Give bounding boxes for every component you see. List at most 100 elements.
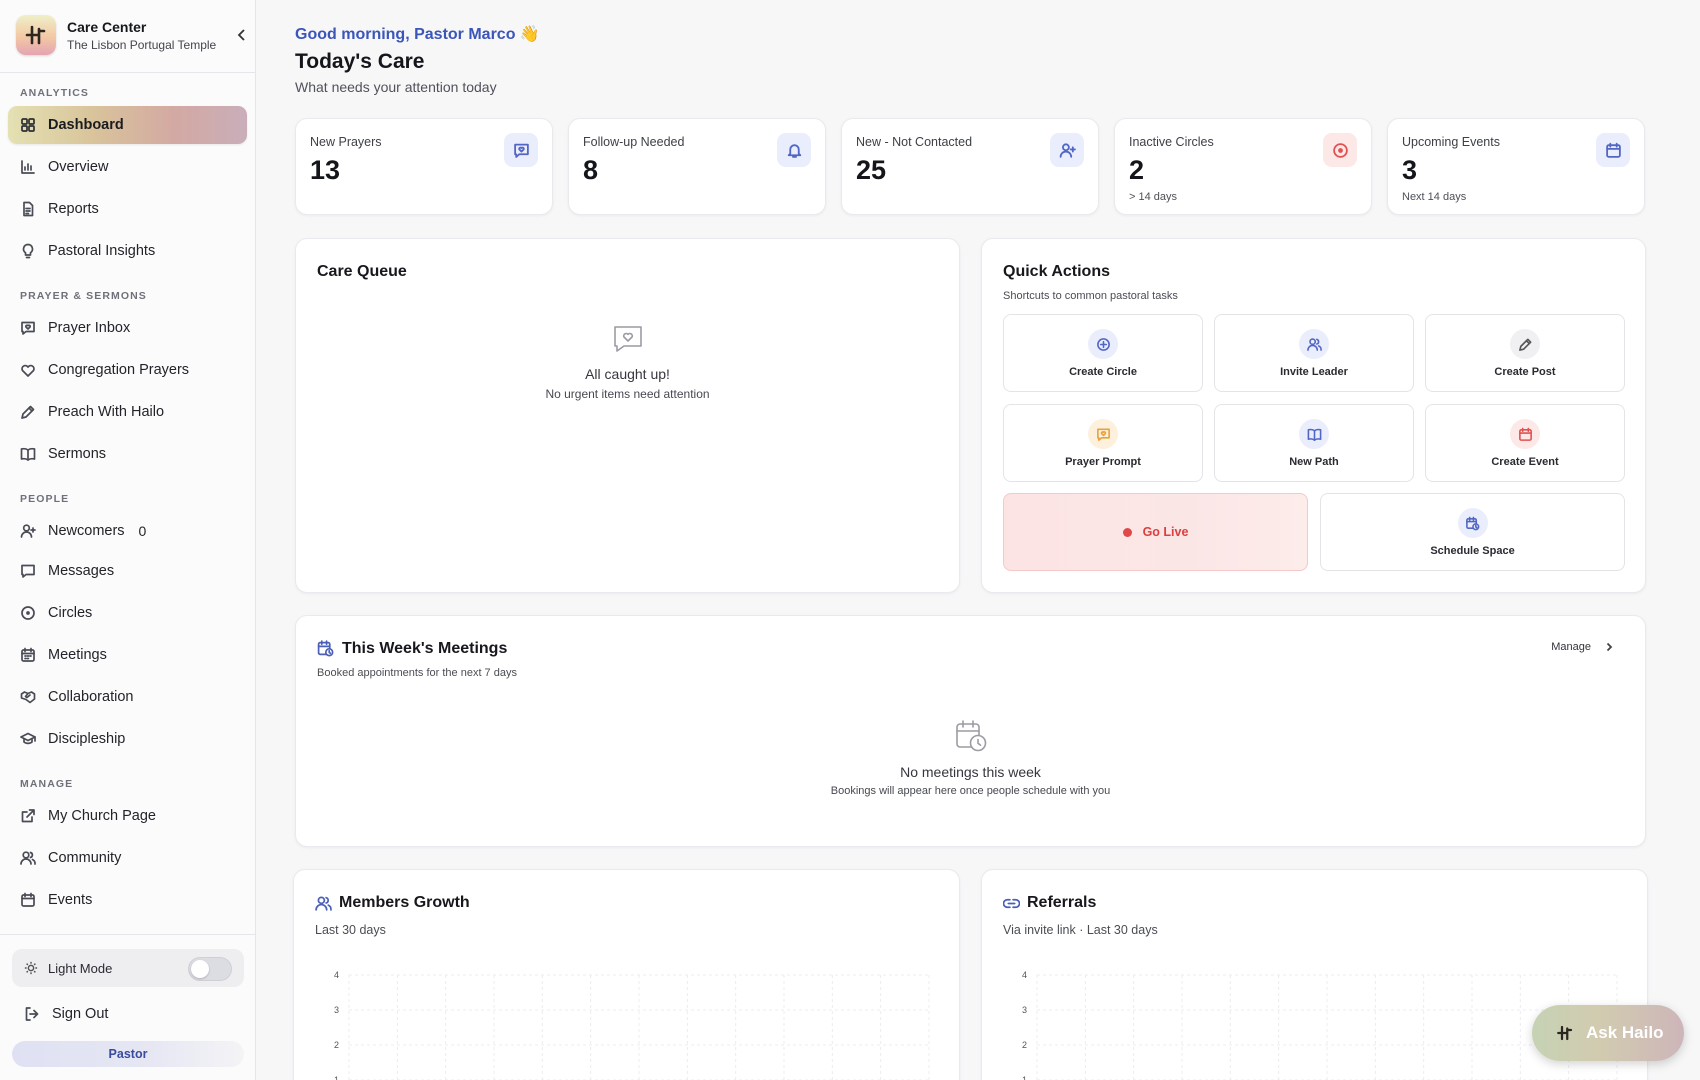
y-tick-label: 3 [334,1005,339,1015]
sidebar-item-newcomers[interactable]: Newcomers 0 [8,512,247,550]
message-heart-icon [1088,419,1118,449]
referrals-title: Referrals [1027,894,1097,911]
user-plus-icon [20,524,36,538]
quick-actions-title: Quick Actions [1003,263,1110,280]
external-link-icon [21,809,35,823]
sidebar-item-label: Pastoral Insights [48,243,156,259]
sidebar-item-dashboard[interactable]: Dashboard [8,106,247,144]
create-event-button[interactable]: Create Event [1425,404,1625,482]
care-queue-empty-state: All caught up! No urgent items need atte… [296,323,959,401]
y-tick-label: 1 [334,1075,339,1080]
message-heart-icon [504,133,538,167]
go-live-button[interactable]: Go Live [1003,493,1308,571]
empty-title: No meetings this week [900,764,1041,780]
sidebar-item-reports[interactable]: Reports [8,190,247,228]
sidebar-item-circles[interactable]: Circles [8,594,247,632]
light-mode-toggle[interactable] [188,957,232,981]
members-growth-subtitle: Last 30 days [315,923,386,937]
calendar-icon [1596,133,1630,167]
manage-link[interactable]: Manage [1551,641,1615,653]
calendar-clock-icon [955,720,986,752]
sidebar-item-my-church-page[interactable]: My Church Page [8,797,247,835]
sidebar-item-label: Prayer Inbox [48,320,131,336]
action-label: Create Post [1494,366,1556,378]
meetings-card: This Week's Meetings Booked appointments… [295,615,1646,847]
invite-leader-button[interactable]: Invite Leader [1214,314,1414,392]
sidebar-item-label: Dashboard [48,117,124,133]
bar-chart-icon [21,160,35,174]
sidebar-item-label: Overview [48,159,109,175]
y-tick-label: 3 [1022,1005,1027,1015]
page-subtitle: What needs your attention today [295,79,497,95]
sidebar-item-label: Preach With Hailo [48,404,165,420]
document-icon [23,201,34,217]
sidebar-item-sermons[interactable]: Sermons [8,435,247,473]
sidebar-item-label: Community [48,850,122,866]
meetings-title: This Week's Meetings [342,640,508,657]
brand[interactable]: Care Center The Lisbon Portugal Temple [16,15,216,55]
stat-value: 25 [856,155,887,185]
sidebar-item-collaboration[interactable]: Collaboration [8,678,247,716]
schedule-space-button[interactable]: Schedule Space [1320,493,1625,571]
create-circle-button[interactable]: Create Circle [1003,314,1203,392]
stat-card-follow-up[interactable]: Follow-up Needed 8 [568,118,826,215]
action-label: Create Event [1491,456,1559,468]
sidebar: Care Center The Lisbon Portugal Temple A… [0,0,256,1080]
user-plus-icon [1050,133,1084,167]
new-path-button[interactable]: New Path [1214,404,1414,482]
sidebar-item-congregation-prayers[interactable]: Congregation Prayers [8,351,247,389]
stat-note: Next 14 days [1402,191,1467,203]
action-label: Prayer Prompt [1065,456,1141,468]
handshake-icon [20,691,36,704]
brand-title: Care Center [67,18,147,35]
book-open-icon [1299,419,1329,449]
stat-card-new-prayers[interactable]: New Prayers 13 [295,118,553,215]
sidebar-item-events[interactable]: Events [8,881,247,919]
action-label: Invite Leader [1280,366,1348,378]
calendar-clock-icon [317,640,334,657]
stat-value: 2 [1129,155,1145,185]
users-icon [315,896,332,911]
ask-hailo-button[interactable]: Ask Hailo [1532,1005,1684,1061]
manage-label: Manage [1551,641,1591,653]
members-growth-chart: 1 2 3 4 [334,970,930,1080]
stat-value: 8 [583,155,599,185]
action-label: Create Circle [1069,366,1137,378]
heart-icon [21,364,35,377]
action-label: Go Live [1142,525,1189,539]
stat-value: 3 [1402,155,1418,185]
stat-label: Follow-up Needed [583,135,685,149]
stat-card-not-contacted[interactable]: New - Not Contacted 25 [841,118,1099,215]
y-tick-label: 4 [334,970,339,980]
stat-card-inactive-circles[interactable]: Inactive Circles 2 > 14 days [1114,118,1372,215]
dashboard-icon [21,118,35,132]
sidebar-item-messages[interactable]: Messages [8,552,247,590]
stat-label: New - Not Contacted [856,135,973,149]
stat-note: > 14 days [1129,191,1178,203]
sidebar-item-label: Sermons [48,446,107,462]
sidebar-item-overview[interactable]: Overview [8,148,247,186]
create-post-button[interactable]: Create Post [1425,314,1625,392]
sidebar-item-discipleship[interactable]: Discipleship [8,720,247,758]
light-mode-label: Light Mode [48,960,113,976]
brand-subtitle: The Lisbon Portugal Temple [67,37,217,52]
sidebar-item-preach-with-hailo[interactable]: Preach With Hailo [8,393,247,431]
link-icon [1003,898,1020,909]
stat-card-upcoming-events[interactable]: Upcoming Events 3 Next 14 days [1387,118,1645,215]
sign-out-button[interactable]: Sign Out [12,995,244,1033]
members-growth-title: Members Growth [339,894,470,911]
sidebar-item-community[interactable]: Community [8,839,247,877]
quick-actions-subtitle: Shortcuts to common pastoral tasks [1003,290,1178,302]
prayer-prompt-button[interactable]: Prayer Prompt [1003,404,1203,482]
sidebar-item-pastoral-insights[interactable]: Pastoral Insights [8,232,247,270]
users-icon [1299,329,1329,359]
message-heart-icon [21,321,35,335]
collapse-sidebar-icon[interactable] [236,28,248,42]
sidebar-item-meetings[interactable]: Meetings [8,636,247,674]
y-tick-label: 1 [1022,1075,1027,1080]
target-icon [1323,133,1357,167]
sidebar-item-label: Circles [48,605,93,621]
sidebar-item-label: Discipleship [48,731,126,747]
y-tick-label: 2 [334,1040,339,1050]
sidebar-item-prayer-inbox[interactable]: Prayer Inbox [8,309,247,347]
